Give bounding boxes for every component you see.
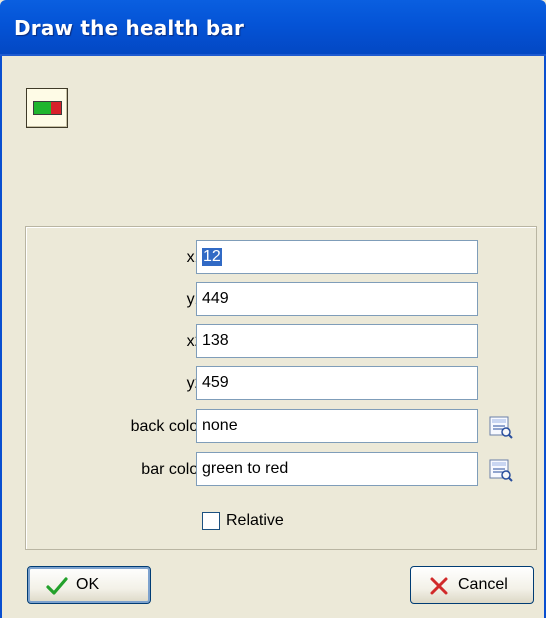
back-color-row: back color: none [26,409,536,445]
y1-value: 449 [202,290,229,307]
dialog-window: Draw the health bar x1: 12 y1: 449 x2: 1… [0,0,546,618]
title-bar[interactable]: Draw the health bar [0,0,546,56]
y2-field[interactable]: 459 [196,366,478,400]
ok-button-label: OK [76,576,100,593]
x2-field[interactable]: 138 [196,324,478,358]
health-green-segment [34,102,51,114]
cancel-button[interactable]: Cancel [410,566,534,604]
back-color-field[interactable]: none [196,409,478,443]
back-color-picker-icon[interactable] [488,415,514,439]
bar-color-picker-icon[interactable] [488,458,514,482]
health-bar-action-icon[interactable] [26,88,68,128]
close-icon [430,577,448,595]
bar-color-value: green to red [202,460,289,477]
x2-value: 138 [202,332,229,349]
dialog-title: Draw the health bar [14,16,245,40]
x1-row: x1: 12 [26,240,536,276]
relative-label: Relative [226,512,284,529]
bar-color-row: bar color: green to red [26,452,536,488]
checkmark-icon [46,577,68,595]
x1-value: 12 [202,248,222,266]
y1-field[interactable]: 449 [196,282,478,316]
y2-value: 459 [202,374,229,391]
cancel-button-label: Cancel [458,576,508,593]
relative-checkbox[interactable] [202,512,220,530]
health-bar-icon [33,101,62,115]
x2-row: x2: 138 [26,324,536,360]
health-red-segment [51,102,61,114]
ok-button[interactable]: OK [27,566,151,604]
x1-field[interactable]: 12 [196,240,478,274]
bar-color-field[interactable]: green to red [196,452,478,486]
left-window-border [0,56,2,618]
y2-row: y2: 459 [26,366,536,402]
properties-group: x1: 12 y1: 449 x2: 138 y2: 459 back colo… [25,226,537,550]
y1-row: y1: 449 [26,282,536,318]
back-color-value: none [202,417,238,434]
